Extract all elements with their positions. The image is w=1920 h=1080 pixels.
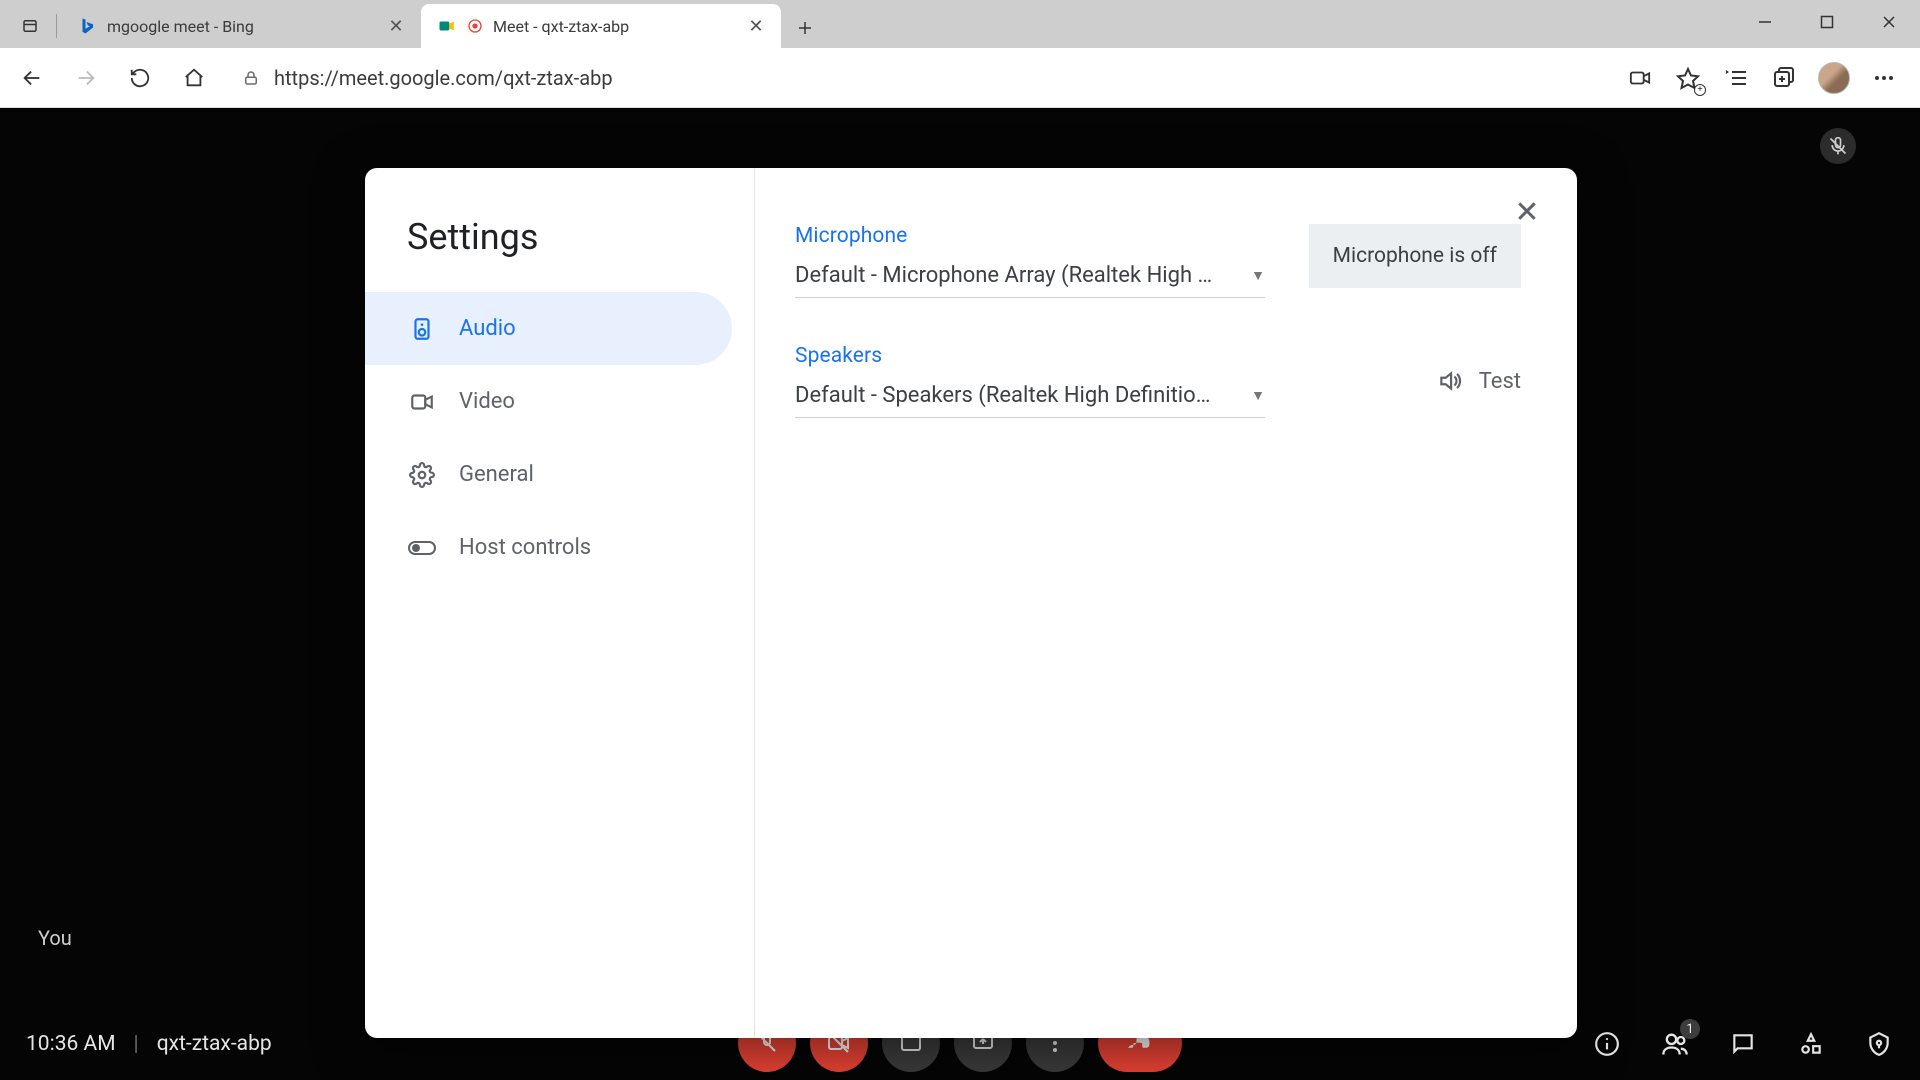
tab-actions-icon[interactable] [8, 4, 52, 48]
favorites-list-icon[interactable] [1722, 64, 1750, 92]
chat-icon[interactable] [1728, 1029, 1758, 1059]
chevron-down-icon: ▼ [1251, 267, 1265, 284]
toggle-icon [407, 533, 437, 563]
close-dialog-button[interactable]: ✕ [1507, 192, 1547, 232]
camera-permission-icon[interactable] [1626, 64, 1654, 92]
bottom-bar-right: 1 [1592, 1008, 1894, 1080]
speakers-label: Speakers [795, 344, 1397, 368]
speaker-icon [407, 314, 437, 344]
videocam-icon [407, 387, 437, 417]
minimize-button[interactable] [1734, 0, 1796, 44]
settings-title: Settings [365, 204, 754, 292]
speakers-select[interactable]: Default - Speakers (Realtek High Definit… [795, 374, 1265, 418]
window-controls [1734, 0, 1920, 48]
maximize-button[interactable] [1796, 0, 1858, 44]
participants-count-badge: 1 [1680, 1019, 1700, 1039]
url-text: https://meet.google.com/qxt-ztax-abp [274, 66, 613, 90]
close-window-button[interactable] [1858, 0, 1920, 44]
tab-meet[interactable]: Meet - qxt-ztax-abp ✕ [421, 4, 781, 48]
separator: | [134, 1032, 139, 1056]
recording-icon [467, 16, 483, 36]
sidebar-item-label: Host controls [459, 535, 591, 560]
microphone-status-chip: Microphone is off [1309, 224, 1521, 288]
forward-button[interactable] [66, 58, 106, 98]
sidebar-item-general[interactable]: General [365, 438, 732, 511]
microphone-label: Microphone [795, 224, 1269, 248]
test-label: Test [1479, 369, 1521, 394]
gear-icon [407, 460, 437, 490]
meet-favicon-icon [437, 16, 457, 36]
sidebar-item-host-controls[interactable]: Host controls [365, 511, 732, 584]
clock-text: 10:36 AM [26, 1032, 116, 1056]
microphone-value: Default - Microphone Array (Realtek High… [795, 263, 1212, 288]
meeting-details-icon[interactable] [1592, 1029, 1622, 1059]
test-speakers-button[interactable]: Test [1437, 344, 1521, 394]
favorite-star-icon[interactable]: + [1674, 64, 1702, 92]
settings-content: ✕ Microphone Default - Microphone Array … [755, 168, 1577, 1038]
microphone-row: Microphone Default - Microphone Array (R… [795, 224, 1521, 298]
close-tab-icon[interactable]: ✕ [387, 17, 405, 35]
sidebar-item-video[interactable]: Video [365, 365, 732, 438]
sidebar-item-label: Audio [459, 316, 516, 341]
toolbar-right: + [1626, 62, 1908, 94]
back-button[interactable] [12, 58, 52, 98]
sidebar-item-label: Video [459, 389, 515, 414]
address-bar[interactable]: https://meet.google.com/qxt-ztax-abp [228, 56, 1612, 100]
speakers-row: Speakers Default - Speakers (Realtek Hig… [795, 344, 1521, 418]
settings-sidebar: Settings Audio Video General Host contro… [365, 168, 755, 1038]
self-tile-label: You [38, 926, 72, 950]
host-controls-icon[interactable] [1864, 1029, 1894, 1059]
tabstrip: mgoogle meet - Bing ✕ Meet - qxt-ztax-ab… [0, 0, 1920, 48]
meeting-code-text: qxt-ztax-abp [157, 1032, 272, 1056]
toolbar: https://meet.google.com/qxt-ztax-abp + [0, 48, 1920, 108]
microphone-select[interactable]: Default - Microphone Array (Realtek High… [795, 254, 1265, 298]
browser-chrome: mgoogle meet - Bing ✕ Meet - qxt-ztax-ab… [0, 0, 1920, 108]
home-button[interactable] [174, 58, 214, 98]
tab-title: Meet - qxt-ztax-abp [493, 17, 737, 36]
tab-bing[interactable]: mgoogle meet - Bing ✕ [61, 4, 421, 48]
collections-icon[interactable] [1770, 64, 1798, 92]
chevron-down-icon: ▼ [1251, 387, 1265, 404]
activities-icon[interactable] [1796, 1029, 1826, 1059]
mic-muted-indicator-icon [1820, 128, 1856, 164]
new-tab-button[interactable] [785, 8, 825, 48]
sidebar-item-audio[interactable]: Audio [365, 292, 732, 365]
close-tab-icon[interactable]: ✕ [747, 17, 765, 35]
divider [56, 14, 57, 38]
sidebar-item-label: General [459, 462, 534, 487]
tab-title: mgoogle meet - Bing [107, 17, 377, 36]
lock-icon [242, 69, 260, 87]
speakers-value: Default - Speakers (Realtek High Definit… [795, 383, 1210, 408]
more-menu-icon[interactable] [1870, 64, 1898, 92]
profile-avatar[interactable] [1818, 62, 1850, 94]
volume-icon [1437, 368, 1463, 394]
settings-dialog: Settings Audio Video General Host contro… [365, 168, 1577, 1038]
bing-favicon-icon [77, 16, 97, 36]
refresh-button[interactable] [120, 58, 160, 98]
people-icon[interactable]: 1 [1660, 1029, 1690, 1059]
